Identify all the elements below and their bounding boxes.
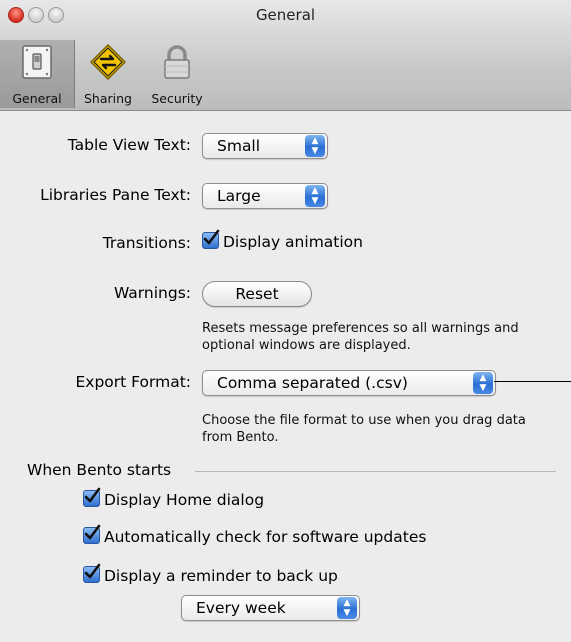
toolbar-tab-sharing-label: Sharing (84, 91, 132, 106)
warnings-hint: Resets message preferences so all warnin… (202, 321, 519, 353)
libraries-pane-text-label: Libraries Pane Text: (40, 186, 191, 204)
popup-arrows-icon: ▲ ▼ (337, 597, 357, 619)
popup-arrows-icon: ▲ ▼ (473, 372, 493, 394)
export-format-value: Comma separated (.csv) (217, 374, 408, 392)
libraries-pane-text-value: Large (217, 187, 261, 205)
padlock-icon (159, 44, 195, 80)
export-format-label: Export Format: (75, 373, 191, 391)
table-view-text-label: Table View Text: (67, 136, 191, 154)
check-software-updates-checkbox[interactable]: Automatically check for software updates (83, 524, 427, 547)
backup-frequency-value: Every week (196, 599, 286, 617)
toolbar-tab-security-label: Security (151, 91, 203, 106)
table-view-text-popup[interactable]: Small ▲ ▼ (202, 133, 328, 159)
popup-arrows-icon: ▲ ▼ (305, 135, 325, 157)
display-home-dialog-checkbox[interactable]: Display Home dialog (83, 487, 265, 510)
libraries-pane-text-popup[interactable]: Large ▲ ▼ (202, 183, 328, 209)
table-view-text-value: Small (217, 137, 261, 155)
export-format-hint: Choose the file format to use when you d… (202, 413, 526, 445)
display-animation-label: Display animation (223, 233, 363, 251)
check-software-updates-label: Automatically check for software updates (104, 528, 427, 546)
checkmark-icon (83, 524, 101, 544)
popup-arrows-icon: ▲ ▼ (305, 185, 325, 207)
general-switch-icon (19, 44, 55, 80)
transitions-label: Transitions: (102, 234, 191, 252)
preferences-window: General General Sharing Security Table V… (0, 0, 571, 642)
sharing-sign-icon (89, 43, 127, 81)
section-divider (195, 471, 556, 472)
backup-frequency-popup[interactable]: Every week ▲ ▼ (181, 595, 360, 621)
window-toolbar: General General Sharing Security (0, 0, 571, 111)
callout-line (494, 381, 571, 382)
export-format-popup[interactable]: Comma separated (.csv) ▲ ▼ (202, 370, 496, 396)
toolbar-tab-general-label: General (12, 91, 62, 106)
checkmark-icon (83, 563, 101, 583)
backup-reminder-checkbox[interactable]: Display a reminder to back up (83, 563, 338, 586)
display-home-dialog-label: Display Home dialog (104, 491, 265, 509)
reset-button[interactable]: Reset (202, 281, 312, 307)
checkmark-icon (202, 229, 220, 249)
window-title: General (255, 6, 316, 24)
toolbar-tab-security[interactable]: Security (144, 40, 210, 108)
checkmark-icon (83, 487, 101, 507)
warnings-label: Warnings: (113, 284, 191, 302)
backup-reminder-label: Display a reminder to back up (104, 567, 338, 585)
display-animation-checkbox[interactable]: Display animation (202, 229, 363, 252)
toolbar-tab-general[interactable]: General (0, 40, 75, 108)
when-bento-starts-heading: When Bento starts (27, 461, 172, 479)
toolbar-tab-sharing[interactable]: Sharing (76, 40, 140, 108)
